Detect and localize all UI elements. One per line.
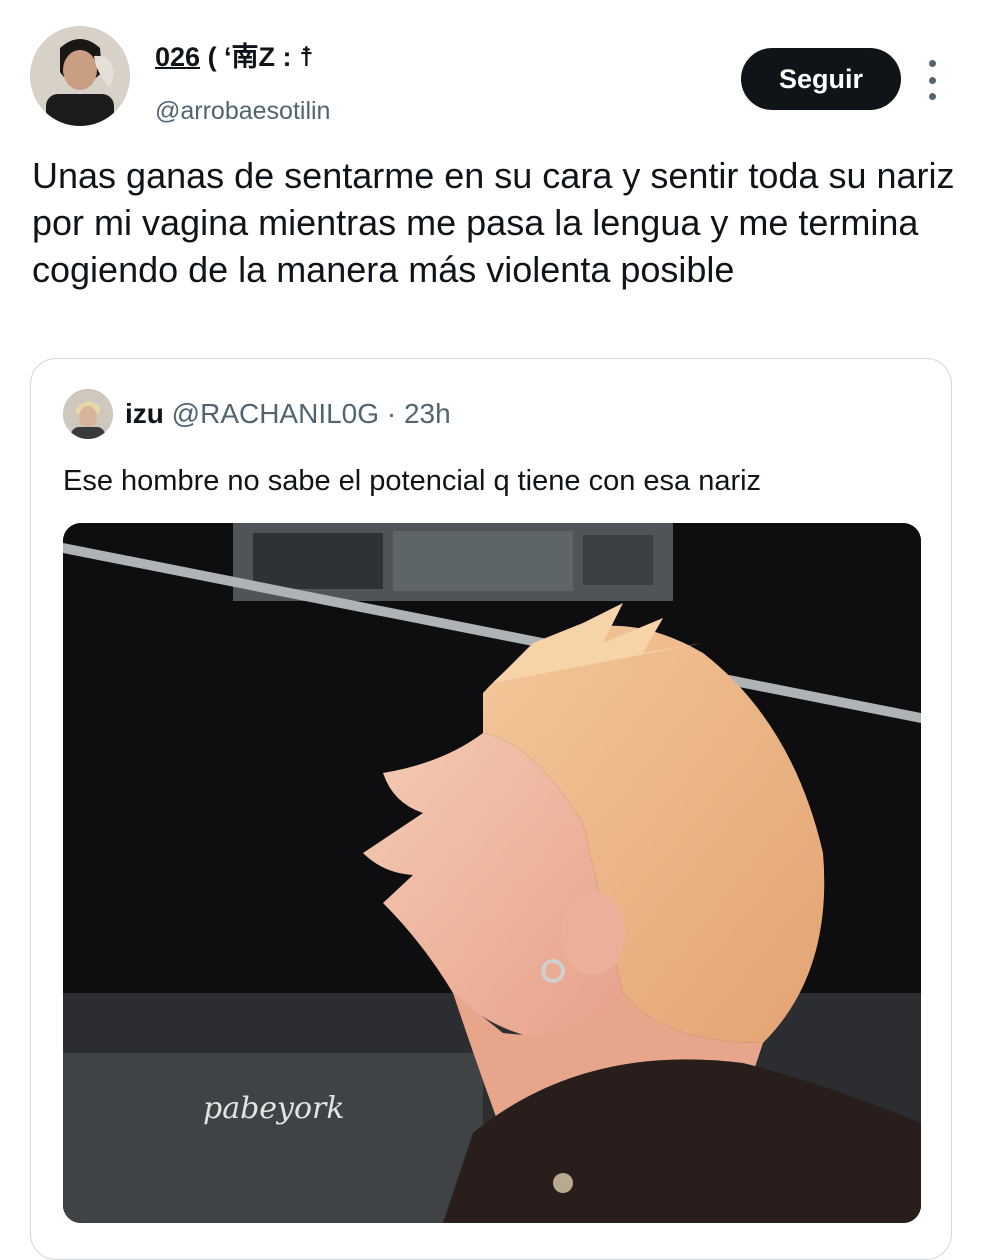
more-dot — [928, 60, 936, 67]
quoted-media-image[interactable]: pabeyork — [63, 523, 921, 1223]
follow-button[interactable]: Seguir — [741, 48, 901, 110]
quoted-header: izu @RACHANIL0G · 23h — [125, 397, 451, 431]
more-dot — [928, 93, 936, 100]
media-watermark: pabeyork — [203, 1091, 345, 1126]
author-display-name[interactable]: 026 ( ‘南Z : ☨ — [155, 40, 314, 74]
more-vertical-icon[interactable] — [920, 60, 944, 100]
quoted-tweet-card[interactable]: izu @RACHANIL0G · 23h Ese hombre no sabe… — [30, 358, 952, 1260]
separator-dot: · — [379, 398, 404, 429]
author-avatar[interactable] — [30, 26, 130, 126]
author-display-name-suffix: ( ‘南Z : ☨ — [200, 42, 314, 72]
tweet-text: Unas ganas de sentarme en su cara y sent… — [32, 155, 955, 290]
quoted-tweet-text: Ese hombre no sabe el potencial q tiene … — [63, 465, 762, 497]
quoted-author-name[interactable]: izu — [125, 398, 164, 429]
author-handle[interactable]: @arrobaesotilin — [155, 96, 330, 126]
quoted-timestamp[interactable]: 23h — [404, 398, 451, 429]
author-display-name-prefix: 026 — [155, 42, 201, 72]
quoted-author-handle[interactable]: @RACHANIL0G — [172, 398, 379, 429]
more-dot — [928, 76, 936, 84]
quoted-author-avatar[interactable] — [63, 389, 113, 439]
